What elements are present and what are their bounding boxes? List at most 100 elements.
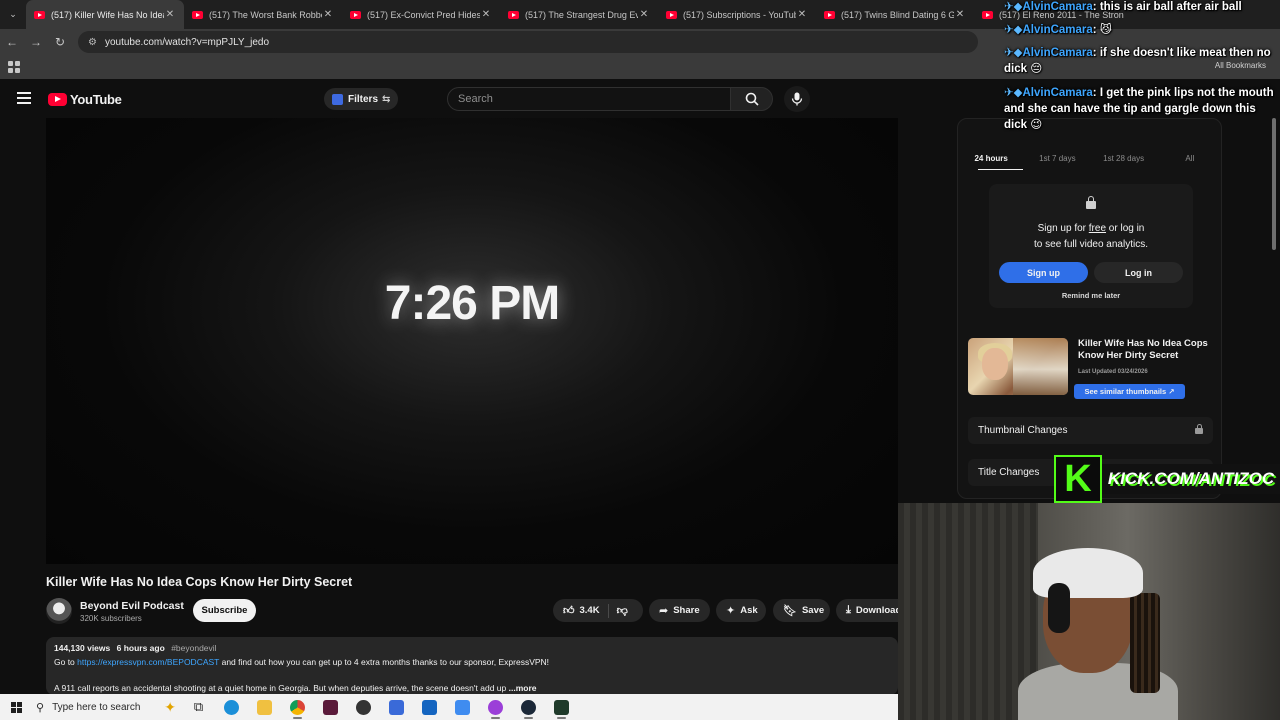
chrome-icon[interactable]	[281, 694, 314, 720]
like-divider	[607, 603, 609, 618]
address-bar[interactable]: ⚙ youtube.com/watch?v=mpPJLY_jedo	[78, 31, 978, 53]
thumbnail-room	[1013, 338, 1068, 395]
webcam-headset	[1048, 583, 1070, 633]
messenger-icon[interactable]	[479, 694, 512, 720]
tab-search-chevron-icon[interactable]: ⌄	[0, 0, 26, 29]
chat-message: ✈◆AlvinCamara: 😼	[1004, 24, 1112, 36]
description-sponsor-text: and find out how you can get up to 4 ext…	[221, 656, 550, 667]
menu-hamburger-icon[interactable]	[17, 92, 31, 104]
sponsor-link[interactable]: https://expressvpn.com/BEPODCAST	[77, 657, 219, 667]
start-button[interactable]	[0, 701, 32, 713]
tab-first-7-days[interactable]: 1st 7 days	[1024, 154, 1090, 163]
thumbnail-changes-row[interactable]: Thumbnail Changes	[968, 417, 1213, 444]
ask-label: Ask	[740, 605, 758, 616]
tab-24-hours[interactable]: 24 hours	[958, 154, 1024, 163]
channel-name[interactable]: Beyond Evil Podcast	[80, 600, 184, 612]
youtube-favicon-icon	[34, 10, 45, 19]
video-description[interactable]: 144,130 views 6 hours ago #beyondevil Go…	[46, 637, 898, 695]
lock-icon	[1086, 196, 1096, 209]
range-tabs: 24 hours 1st 7 days 1st 28 days All	[958, 154, 1223, 163]
kick-watermark: K KICK.COM/ANTIZOC	[1054, 455, 1280, 503]
browser-tab-3[interactable]: (517) Ex-Convict Pred Hides Un ✕	[342, 0, 500, 29]
share-label: Share	[673, 605, 700, 616]
sign-up-button[interactable]: Sign up	[999, 262, 1088, 283]
tab-title: (517) The Strangest Drug Ever	[525, 9, 638, 20]
save-button[interactable]: 🔖︎ Save	[773, 599, 830, 622]
show-more-button[interactable]: ...more	[509, 683, 537, 693]
filters-extension-icon	[332, 93, 343, 105]
site-info-icon[interactable]: ⚙	[88, 37, 97, 48]
voice-search-button[interactable]	[784, 86, 810, 112]
tab-close-icon[interactable]: ✕	[322, 9, 334, 20]
remind-later-button[interactable]: Remind me later	[989, 291, 1193, 300]
tab-title: (517) Subscriptions - YouTube	[683, 9, 796, 20]
app-vpn-icon[interactable]	[446, 694, 479, 720]
back-arrow-icon[interactable]: ←	[0, 35, 24, 49]
tab-close-icon[interactable]: ✕	[638, 9, 650, 20]
app-game-icon[interactable]	[380, 694, 413, 720]
tab-close-icon[interactable]: ✕	[164, 9, 176, 20]
download-button[interactable]: ⤓ Download	[836, 599, 898, 622]
browser-tab-5[interactable]: (517) Subscriptions - YouTube ✕	[658, 0, 816, 29]
thumbnail-changes-label: Thumbnail Changes	[978, 425, 1068, 436]
hashtag-link[interactable]: #beyondevil	[171, 643, 216, 653]
video-player[interactable]: 7:26 PM	[46, 118, 898, 564]
reload-icon[interactable]: ↻	[48, 35, 72, 49]
share-button[interactable]: ➦ Share	[649, 599, 710, 622]
browser-tab-4[interactable]: (517) The Strangest Drug Ever ✕	[500, 0, 658, 29]
browser-tab-1[interactable]: (517) Killer Wife Has No Idea C ✕	[26, 0, 184, 29]
subscribe-button[interactable]: Subscribe	[193, 599, 256, 622]
file-explorer-icon[interactable]	[248, 694, 281, 720]
youtube-favicon-icon	[982, 10, 993, 19]
app-grid-icon[interactable]	[413, 694, 446, 720]
page-scrollbar[interactable]	[1272, 118, 1276, 250]
search-icon: ⚲	[36, 701, 45, 714]
tab-close-icon[interactable]: ✕	[954, 9, 966, 20]
kick-app-icon[interactable]	[545, 694, 578, 720]
video-thumbnail[interactable]	[968, 338, 1068, 395]
url-text: youtube.com/watch?v=mpPJLY_jedo	[104, 36, 270, 48]
tab-close-icon[interactable]: ✕	[480, 9, 492, 20]
search-input[interactable]: Search	[447, 87, 731, 111]
filters-button[interactable]: Filters ⇆	[324, 88, 399, 110]
similar-thumbnails-button[interactable]: See similar thumbnails ↗	[1074, 384, 1185, 399]
browser-tab-2[interactable]: (517) The Worst Bank Robbery ✕	[184, 0, 342, 29]
share-arrow-icon: ➦	[659, 605, 669, 617]
free-link[interactable]: free	[1089, 223, 1106, 234]
chat-badge-icon: ✈◆	[1004, 1, 1023, 13]
thumbs-up-icon[interactable]: 👍︎	[563, 604, 575, 617]
thumbs-down-icon[interactable]: 👎︎	[617, 604, 628, 617]
log-in-button[interactable]: Log in	[1094, 262, 1183, 283]
bookmark-icon: 🔖︎	[783, 605, 797, 617]
lock-icon	[1195, 423, 1203, 434]
tab-all[interactable]: All	[1157, 154, 1223, 163]
edge-icon[interactable]	[215, 694, 248, 720]
browser-tab-6[interactable]: (517) Twins Blind Dating 6 Guy ✕	[816, 0, 974, 29]
tab-title: (517) The Worst Bank Robbery	[209, 9, 322, 20]
ask-button[interactable]: ✦ Ask	[716, 599, 766, 622]
like-count[interactable]: 3.4K	[580, 605, 600, 616]
webcam-background-wall	[898, 503, 1038, 720]
youtube-favicon-icon	[350, 10, 361, 19]
app-ok-icon[interactable]	[347, 694, 380, 720]
tab-title: (517) Twins Blind Dating 6 Guy	[841, 9, 954, 20]
taskbar-search-placeholder: Type here to search	[52, 701, 141, 713]
media-app-icon[interactable]	[314, 694, 347, 720]
taskbar-search[interactable]: ⚲ Type here to search ✦	[32, 694, 182, 720]
tab-first-28-days[interactable]: 1st 28 days	[1091, 154, 1157, 163]
thumbnail-face	[982, 348, 1008, 380]
youtube-favicon-icon	[192, 10, 203, 19]
streamer-webcam	[898, 503, 1280, 720]
channel-avatar[interactable]	[46, 598, 72, 624]
search-button[interactable]	[731, 87, 773, 111]
tab-close-icon[interactable]: ✕	[796, 9, 808, 20]
chat-emote-icon: 😼	[1099, 24, 1112, 36]
signup-prompt-line2: to see full video analytics.	[1034, 239, 1148, 250]
youtube-wordmark: YouTube	[70, 92, 122, 107]
steam-icon[interactable]	[512, 694, 545, 720]
task-view-icon[interactable]: ⧉	[182, 694, 215, 720]
chat-message: ✈◆AlvinCamara: this is air ball after ai…	[1004, 1, 1242, 13]
apps-grid-icon[interactable]	[8, 61, 20, 73]
forward-arrow-icon[interactable]: →	[24, 35, 48, 49]
youtube-logo[interactable]: YouTube	[48, 92, 122, 107]
